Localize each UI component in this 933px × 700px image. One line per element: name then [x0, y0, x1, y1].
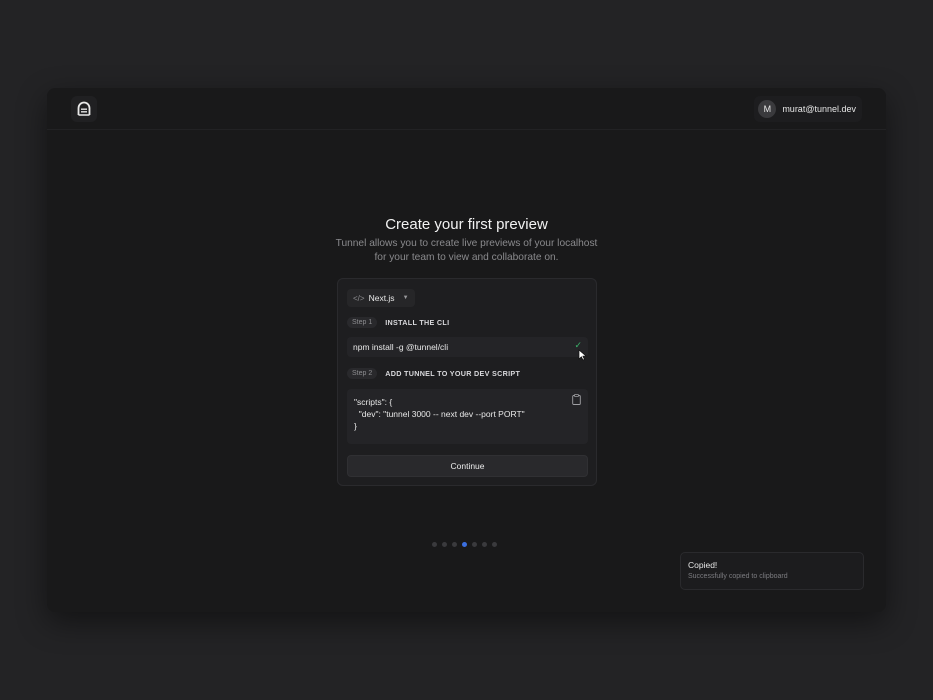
- subtitle-line-1: Tunnel allows you to create live preview…: [335, 238, 598, 249]
- toast-title: Copied!: [688, 560, 718, 570]
- step-2-badge: Step 2: [347, 368, 378, 379]
- pagination-dot-5[interactable]: [472, 542, 477, 547]
- page-subtitle: Tunnel allows you to create live preview…: [47, 237, 886, 265]
- code-icon: </>: [353, 293, 365, 303]
- step-1-header: Step 1 INSTALL THE CLI: [347, 317, 449, 328]
- step-2-header: Step 2 ADD TUNNEL TO YOUR DEV SCRIPT: [347, 368, 520, 379]
- framework-label: Next.js: [368, 293, 395, 303]
- chevron-down-icon: ▼: [402, 295, 409, 301]
- setup-card: </> Next.js ▼ Step 1 INSTALL THE CLI npm…: [337, 278, 597, 486]
- pagination-dot-3[interactable]: [452, 542, 457, 547]
- pagination-dot-1[interactable]: [432, 542, 437, 547]
- user-menu[interactable]: M murat@tunnel.dev: [754, 96, 862, 122]
- step-2-title: ADD TUNNEL TO YOUR DEV SCRIPT: [385, 369, 521, 378]
- install-command-field[interactable]: npm install -g @tunnel/cli ✓: [347, 337, 588, 357]
- continue-button[interactable]: Continue: [347, 455, 588, 477]
- pagination-dot-6[interactable]: [482, 542, 487, 547]
- tunnel-logo-icon[interactable]: [71, 96, 97, 122]
- clipboard-icon[interactable]: [572, 394, 581, 405]
- framework-select[interactable]: </> Next.js ▼: [347, 289, 415, 307]
- dev-script-code: "scripts": { "dev": "tunnel 3000 -- next…: [354, 397, 525, 431]
- pagination-dot-2[interactable]: [442, 542, 447, 547]
- pagination-dot-7[interactable]: [492, 542, 497, 547]
- user-email: murat@tunnel.dev: [782, 104, 856, 114]
- toast-message: Successfully copied to clipboard: [688, 573, 788, 580]
- subtitle-line-2: for your team to view and collaborate on…: [374, 252, 559, 263]
- step-1-badge: Step 1: [347, 317, 378, 328]
- dev-script-code-block[interactable]: "scripts": { "dev": "tunnel 3000 -- next…: [347, 389, 588, 444]
- top-bar: M murat@tunnel.dev: [47, 88, 886, 130]
- copied-toast: Copied! Successfully copied to clipboard: [680, 552, 864, 590]
- pagination-dot-4-active[interactable]: [462, 542, 467, 547]
- mouse-cursor-icon: [578, 349, 587, 361]
- pagination-dots: [432, 542, 497, 547]
- page-title: Create your first preview: [385, 216, 548, 233]
- avatar: M: [758, 100, 777, 118]
- step-1-title: INSTALL THE CLI: [385, 318, 450, 327]
- app-window: M murat@tunnel.dev Create your first pre…: [47, 88, 886, 612]
- install-command-text: npm install -g @tunnel/cli: [353, 342, 449, 352]
